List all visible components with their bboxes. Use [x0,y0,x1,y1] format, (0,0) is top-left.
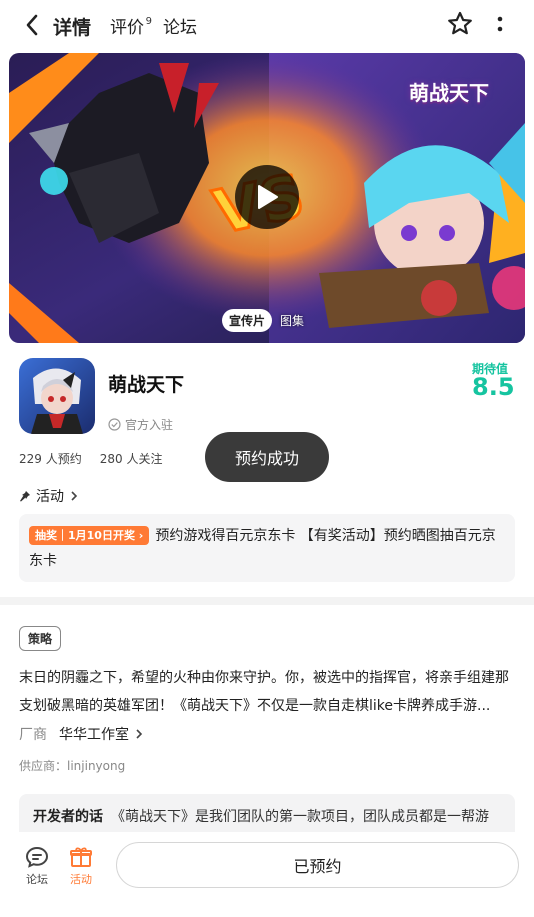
verified-check-icon [108,418,121,431]
chevron-right-icon [136,729,143,739]
reservation-count: 229 人预约 [19,452,82,466]
toast-message: 预约成功 [205,432,329,482]
review-count-badge: 9 [145,16,153,27]
tab-reviews-label: 评价 [110,18,145,38]
vendor-label: 厂商 [19,727,47,743]
media-switcher: 宣传片 图集 [222,309,304,332]
tab-details[interactable]: 详情 [50,14,94,42]
play-video-button[interactable] [235,165,299,229]
supplier-text: 供应商：linjinyong [19,759,126,773]
official-label: 官方入驻 [125,418,174,432]
pin-icon [20,491,30,502]
lottery-tag: 抽奖｜1月10日开奖 › [29,526,150,545]
tab-gallery[interactable]: 图集 [280,312,304,329]
vendor-row[interactable]: 厂商 华华工作室 [19,724,144,744]
tab-bar: 详情 评价 9 论坛 [50,10,216,42]
promo-banner[interactable]: VS 萌战天下 宣传片 图集 [9,53,525,343]
more-button[interactable] [492,12,508,38]
play-icon [258,185,278,209]
tab-details-label: 详情 [53,17,92,39]
expectation-score: 8.5 [472,373,515,401]
activity-section-header[interactable]: 活动 [19,486,79,506]
follower-count: 280 人关注 [99,452,163,466]
favorite-button[interactable] [446,10,474,38]
reserved-button[interactable]: 已预约 [116,842,519,888]
tab-forum-label: 论坛 [163,18,198,38]
tab-forum[interactable]: 论坛 [163,14,197,42]
activity-card[interactable]: 抽奖｜1月10日开奖 › 预约游戏得百元京东卡 【有奖活动】预约晒图抽百元京东卡 [19,514,515,582]
chevron-left-icon [26,14,38,36]
bottom-activity-button[interactable]: 活动 [61,846,101,887]
app-stats: 229 人预约 280 人关注 [19,450,180,467]
back-button[interactable] [20,12,44,38]
game-description[interactable]: 末日的阴霾之下，希望的火种由你来守护。你，被选中的指挥官，将亲手组建那支划破黑暗… [19,664,515,720]
more-vertical-icon [497,16,503,32]
section-divider [0,597,534,605]
bottom-activity-label: 活动 [70,873,92,886]
top-nav: 详情 评价 9 论坛 [0,0,534,50]
vendor-name: 华华工作室 [59,727,129,743]
genre-tag[interactable]: 策略 [19,626,62,651]
app-icon [19,358,95,434]
app-name: 萌战天下 [108,374,185,396]
banner-game-title: 萌战天下 [409,81,489,105]
star-outline-icon [448,11,472,35]
chat-bubble-icon [25,846,49,868]
developer-note-text: 《萌战天下》是我们团队的第一款项目，团队成员都是一帮游 [111,809,489,825]
bottom-forum-button[interactable]: 论坛 [17,846,57,887]
activity-section-label: 活动 [36,489,64,505]
official-badge: 官方入驻 [108,416,173,433]
tab-promo-video[interactable]: 宣传片 [222,309,273,332]
bottom-forum-label: 论坛 [26,873,48,886]
developer-note-label: 开发者的话 [33,809,103,825]
app-icon-image [19,358,95,434]
chevron-right-icon [71,491,78,501]
tab-reviews[interactable]: 评价 9 [110,14,152,42]
gift-icon [70,847,92,867]
